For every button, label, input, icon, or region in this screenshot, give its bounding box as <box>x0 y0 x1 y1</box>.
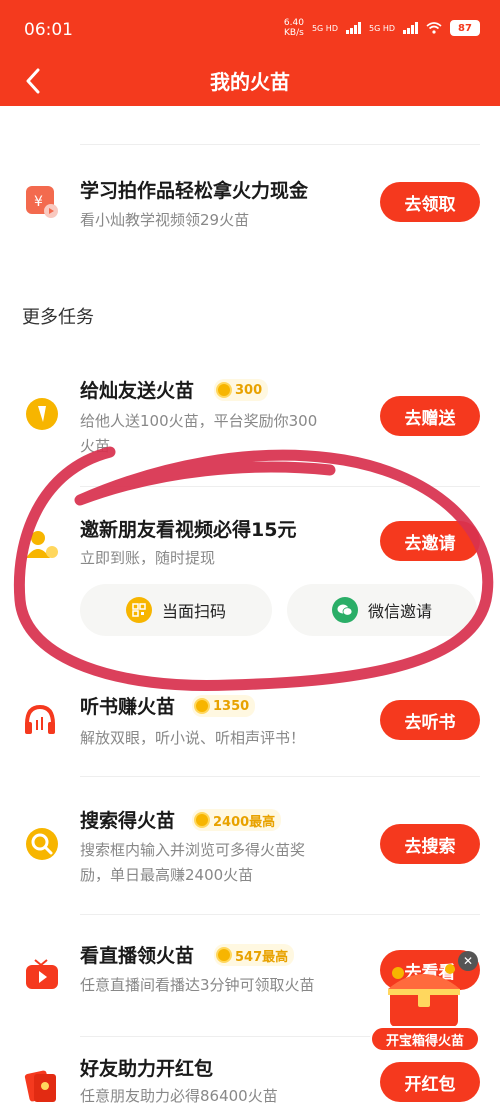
section-title: 更多任务 <box>22 307 94 328</box>
status-bar: 06:01 6.40 KB/s 5G HD 5G HD 87 <box>0 0 500 56</box>
svg-text:¥: ¥ <box>34 194 43 210</box>
headphones-icon <box>25 704 55 734</box>
task-description: 立即到账，随时提现 <box>80 549 216 567</box>
reward-badge: 1350 <box>192 695 256 717</box>
reward-badge: 547最高 <box>214 944 295 966</box>
status-time: 06:01 <box>24 20 73 40</box>
task-title: 搜索得火苗 <box>80 810 176 832</box>
scan-qr-button[interactable]: 当面扫码 <box>80 584 272 636</box>
task-title: 学习拍作品轻松拿火力现金 <box>80 180 309 202</box>
divider <box>80 776 480 777</box>
divider <box>80 486 480 487</box>
network-speed: 6.40 KB/s <box>283 18 304 38</box>
sim1-label: 5G HD <box>311 23 338 33</box>
wechat-icon <box>331 597 358 623</box>
task-title: 听书赚火苗 <box>80 696 176 718</box>
task-description: 搜索框内输入并浏览可多得火苗奖 励，单日最高赚2400火苗 <box>80 841 306 884</box>
search-button[interactable]: 去搜索 <box>380 824 480 864</box>
task-title: 邀新朋友看视频必得15元 <box>80 519 297 541</box>
search-icon <box>26 828 58 860</box>
open-red-packet-button[interactable]: 开红包 <box>380 1062 480 1102</box>
wechat-invite-button[interactable]: 微信邀请 <box>287 584 477 636</box>
task-description: 解放双眼，听小说、听相声评书！ <box>80 729 306 747</box>
claim-button[interactable]: 去领取 <box>380 182 480 222</box>
task-description: 给他人送100火苗，平台奖励你300 火苗 <box>80 412 318 455</box>
task-title: 好友助力开红包 <box>80 1058 214 1080</box>
live-tv-icon <box>26 959 58 989</box>
red-packet-icon <box>24 1070 56 1102</box>
invite-button[interactable]: 去邀请 <box>380 521 480 561</box>
listen-button[interactable]: 去听书 <box>380 700 480 740</box>
coin-icon <box>194 812 210 828</box>
treasure-label[interactable]: 开宝箱得火苗 <box>370 1026 480 1052</box>
send-button[interactable]: 去赠送 <box>380 396 480 436</box>
battery-icon: 87 <box>450 20 480 36</box>
task-title: 给灿友送火苗 <box>80 380 195 402</box>
close-icon[interactable]: ✕ <box>458 951 478 971</box>
signal-icon <box>403 22 418 34</box>
reward-badge: 2400最高 <box>192 809 282 831</box>
invite-user-icon <box>26 531 58 558</box>
signal-icon <box>345 22 361 34</box>
wifi-icon <box>426 22 442 34</box>
divider <box>80 914 480 915</box>
coin-icon <box>194 698 210 714</box>
task-description: 任意朋友助力必得86400火苗 <box>80 1087 278 1105</box>
video-reward-icon: ¥ <box>26 186 58 218</box>
coin-icon <box>216 382 232 398</box>
flame-gift-icon <box>26 398 58 430</box>
status-indicators: 6.40 KB/s 5G HD 5G HD 87 <box>284 18 480 38</box>
task-description: 看小灿教学视频领29火苗 <box>80 211 250 229</box>
coin-icon <box>216 947 232 963</box>
page-title: 我的火苗 <box>210 70 290 94</box>
qr-code-icon <box>125 597 152 623</box>
sim2-label: 5G HD <box>368 23 395 33</box>
task-description: 任意直播间看播达3分钟可领取火苗 <box>80 976 315 994</box>
nav-bar: 我的火苗 <box>0 56 500 106</box>
divider <box>80 144 480 145</box>
task-title: 看直播领火苗 <box>80 945 195 967</box>
reward-badge: 300 <box>214 379 269 401</box>
